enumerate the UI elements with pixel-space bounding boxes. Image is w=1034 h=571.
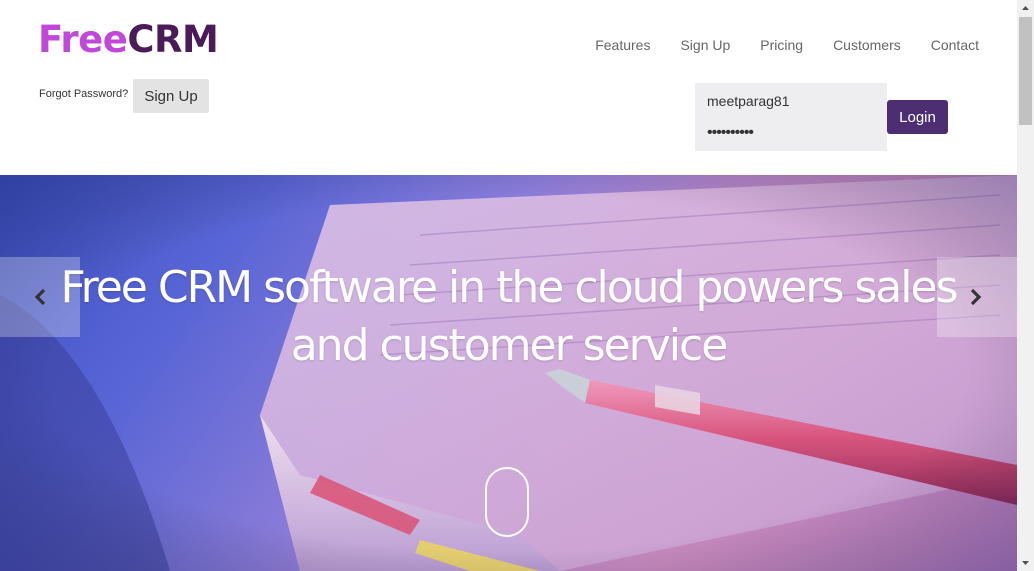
logo-free-text: Free [38, 18, 128, 61]
logo[interactable]: FreeCRM [38, 18, 219, 62]
password-input[interactable] [695, 117, 887, 149]
sign-up-button[interactable]: Sign Up [133, 79, 209, 113]
main-nav: Features Sign Up Pricing Customers Conta… [565, 37, 979, 53]
login-form [695, 83, 887, 151]
logo-crm-text: CRM [127, 18, 219, 61]
nav-contact[interactable]: Contact [931, 37, 979, 53]
chevron-right-icon [970, 288, 982, 306]
carousel-next-button[interactable] [937, 257, 1017, 337]
nav-features[interactable]: Features [595, 37, 650, 53]
username-input[interactable] [695, 85, 887, 117]
nav-sign-up[interactable]: Sign Up [680, 37, 730, 53]
login-button[interactable]: Login [887, 100, 948, 134]
hero-title: Free CRM software in the cloud powers sa… [60, 262, 959, 371]
forgot-password-link[interactable]: Forgot Password? [39, 88, 128, 100]
scrollbar-thumb[interactable] [1019, 17, 1032, 125]
header: FreeCRM Features Sign Up Pricing Custome… [0, 0, 1017, 175]
vertical-scrollbar[interactable] [1017, 0, 1034, 571]
nav-customers[interactable]: Customers [833, 37, 901, 53]
scroll-down-arrow-icon[interactable] [1017, 554, 1034, 571]
page: FreeCRM Features Sign Up Pricing Custome… [0, 0, 1034, 571]
scroll-up-arrow-icon[interactable] [1017, 0, 1034, 17]
carousel-prev-button[interactable] [0, 257, 80, 337]
hero-carousel: Free CRM software in the cloud powers sa… [0, 175, 1017, 571]
nav-pricing[interactable]: Pricing [760, 37, 803, 53]
chevron-left-icon [34, 288, 46, 306]
mouse-scroll-icon[interactable] [485, 467, 529, 537]
